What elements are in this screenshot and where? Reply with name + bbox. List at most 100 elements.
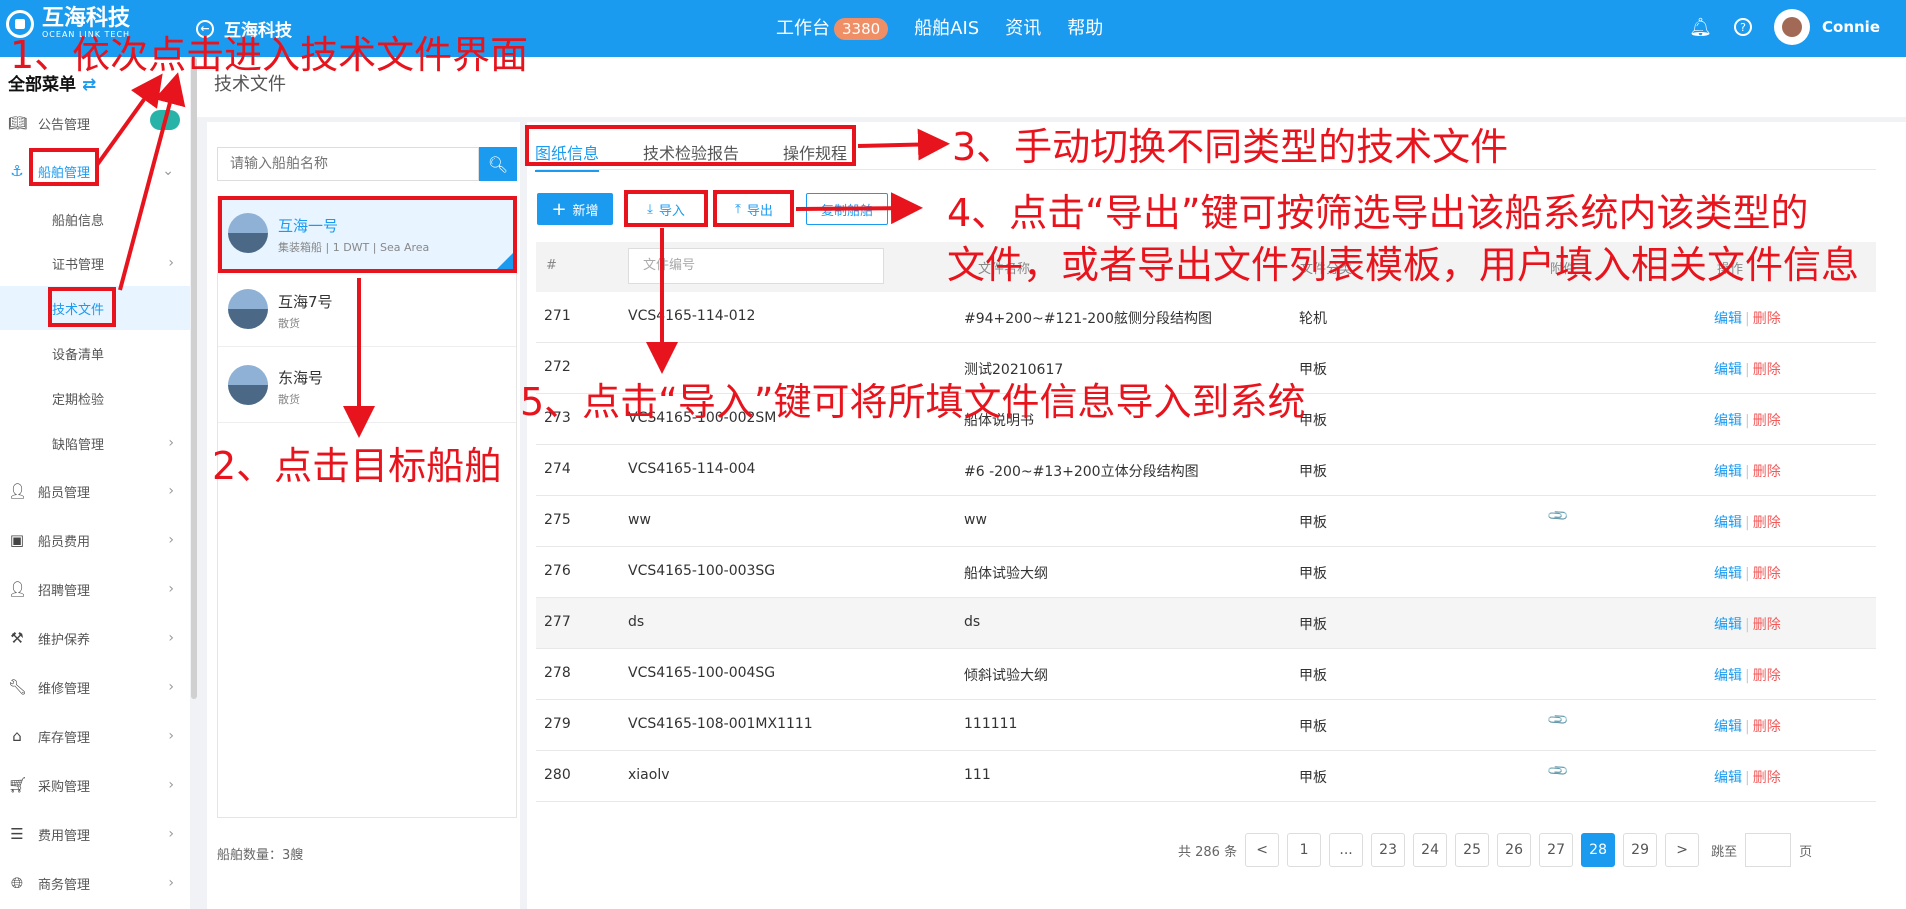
- table-row[interactable]: 274 VCS4165-114-004 #6 -200~#13+200立体分段结构图…: [536, 445, 1876, 496]
- edit-link[interactable]: 编辑: [1714, 770, 1742, 786]
- sidebar-item-label: 采购管理: [38, 779, 91, 795]
- nav-workbench[interactable]: 工作台 3380: [776, 14, 889, 40]
- edit-link[interactable]: 编辑: [1714, 668, 1742, 684]
- page-button[interactable]: 24: [1413, 833, 1448, 867]
- page-button[interactable]: 25: [1455, 833, 1490, 867]
- chevron-right-icon: ›: [168, 826, 174, 842]
- page-button[interactable]: 23: [1371, 833, 1406, 867]
- workbench-badge: 3380: [834, 18, 889, 40]
- edit-link[interactable]: 编辑: [1714, 413, 1742, 429]
- attachment-icon[interactable]: 📎: [1547, 708, 1571, 732]
- sidebar-item-crew[interactable]: 👤︎ 船员管理 ›: [0, 469, 190, 513]
- table-row[interactable]: 279 VCS4165-108-001MX1111 111111 甲板 📎 编辑 | 删除: [536, 700, 1876, 751]
- attachment-icon[interactable]: 📎: [1547, 759, 1571, 783]
- sidebar-item-inspection[interactable]: 定期检验: [0, 376, 190, 420]
- page-button-current[interactable]: 28: [1581, 833, 1616, 867]
- edit-link[interactable]: 编辑: [1714, 617, 1742, 633]
- sidebar-item-certificates[interactable]: 证书管理 ›: [0, 241, 190, 285]
- table-row[interactable]: 276 VCS4165-100-003SG 船体试验大纲 甲板 编辑 | 删除: [536, 547, 1876, 598]
- edit-link[interactable]: 编辑: [1714, 311, 1742, 327]
- sidebar-item-announcements[interactable]: 📖︎ 公告管理: [0, 101, 190, 145]
- nav-workbench-label: 工作台: [776, 18, 830, 39]
- nav-help[interactable]: 帮助: [1067, 14, 1103, 40]
- bell-icon[interactable]: 🔔︎: [1689, 17, 1712, 38]
- row-index: 271: [544, 308, 571, 324]
- ship-avatar: [228, 365, 268, 405]
- row-actions: 编辑 | 删除: [1714, 410, 1781, 430]
- nav-news[interactable]: 资讯: [1005, 14, 1041, 40]
- ship-search-input[interactable]: [217, 147, 479, 181]
- table-row[interactable]: 271 VCS4165-114-012 #94+200~#121-200舷侧分段结构…: [536, 292, 1876, 343]
- delete-link[interactable]: 删除: [1753, 464, 1781, 480]
- chevron-right-icon: ›: [168, 777, 174, 793]
- sidebar-item-expenses[interactable]: ☰ 费用管理 ›: [0, 812, 190, 856]
- sidebar-item-equipment[interactable]: 设备清单: [0, 331, 190, 375]
- sidebar-item-label: 公告管理: [38, 117, 91, 133]
- add-button[interactable]: + 新增: [537, 193, 613, 225]
- sidebar-item-business[interactable]: 🌐︎ 商务管理 ›: [0, 861, 190, 905]
- edit-link[interactable]: 编辑: [1714, 719, 1742, 735]
- page-button[interactable]: 1: [1287, 833, 1322, 867]
- sidebar-item-maintenance[interactable]: ⚒︎ 维护保养 ›: [0, 616, 190, 660]
- highlight-import: [624, 190, 708, 227]
- sidebar-item-crew-cost[interactable]: ▣ 船员费用 ›: [0, 518, 190, 562]
- delete-link[interactable]: 删除: [1753, 668, 1781, 684]
- action-separator: |: [1745, 464, 1750, 480]
- delete-link[interactable]: 删除: [1753, 770, 1781, 786]
- row-category: 轮机: [1299, 311, 1327, 327]
- attachment-icon[interactable]: 📎: [1547, 504, 1571, 528]
- sidebar-item-label: 招聘管理: [38, 583, 91, 599]
- delete-link[interactable]: 删除: [1753, 617, 1781, 633]
- ship-item[interactable]: 互海7号 散货: [218, 273, 516, 347]
- prev-page-button[interactable]: <: [1245, 833, 1280, 867]
- sidebar-item-inventory[interactable]: ⌂ 库存管理 ›: [0, 714, 190, 758]
- ship-item[interactable]: 东海号 散货: [218, 349, 516, 423]
- goto-page-input[interactable]: [1745, 833, 1792, 867]
- page-button[interactable]: 27: [1539, 833, 1574, 867]
- edit-link[interactable]: 编辑: [1714, 464, 1742, 480]
- user-menu[interactable]: Connie: [1774, 9, 1880, 45]
- chevron-right-icon: ›: [168, 630, 174, 646]
- table-row[interactable]: 277 ds ds 甲板 编辑 | 删除: [536, 598, 1876, 649]
- page-button[interactable]: 26: [1497, 833, 1532, 867]
- table-row[interactable]: 280 xiaolv 111 甲板 📎 编辑 | 删除: [536, 751, 1876, 802]
- table-row[interactable]: 278 VCS4165-100-004SG 倾斜试验大纲 甲板 编辑 | 删除: [536, 649, 1876, 700]
- edit-link[interactable]: 编辑: [1714, 362, 1742, 378]
- sidebar-item-defects[interactable]: 缺陷管理 ›: [0, 421, 190, 465]
- delete-link[interactable]: 删除: [1753, 719, 1781, 735]
- page-ellipsis[interactable]: ...: [1329, 833, 1364, 867]
- tab-divider: [536, 169, 1876, 170]
- sidebar-item-purchase[interactable]: 🛒︎ 采购管理 ›: [0, 763, 190, 807]
- edit-link[interactable]: 编辑: [1714, 566, 1742, 582]
- delete-link[interactable]: 删除: [1753, 311, 1781, 327]
- row-file-name: 船体试验大纲: [964, 566, 1048, 582]
- sidebar-item-ship-info[interactable]: 船舶信息: [0, 197, 190, 241]
- search-icon[interactable]: 🔍︎: [479, 147, 517, 181]
- edit-link[interactable]: 编辑: [1714, 515, 1742, 531]
- next-page-button[interactable]: >: [1665, 833, 1700, 867]
- delete-link[interactable]: 删除: [1753, 515, 1781, 531]
- delete-link[interactable]: 删除: [1753, 362, 1781, 378]
- database-icon: ☰: [10, 825, 24, 843]
- copy-ship-button[interactable]: 复制船舶: [806, 193, 888, 225]
- row-index: 272: [544, 359, 571, 375]
- sidebar-item-recruit[interactable]: 👤︎ 招聘管理 ›: [0, 567, 190, 611]
- row-file-code: VCS4165-108-001MX1111: [628, 716, 813, 732]
- table-row[interactable]: 275 ww ww 甲板 📎 编辑 | 删除: [536, 496, 1876, 547]
- delete-link[interactable]: 删除: [1753, 413, 1781, 429]
- sidebar-item-repair[interactable]: 🔧︎ 维修管理 ›: [0, 665, 190, 709]
- action-separator: |: [1745, 668, 1750, 684]
- annotation-step1: 1、依次点击进入技术文件界面: [10, 33, 529, 77]
- sidebar-scrollbar[interactable]: [191, 57, 197, 699]
- hammer-icon: ⚒︎: [10, 629, 24, 647]
- help-icon[interactable]: ?: [1734, 18, 1752, 36]
- delete-link[interactable]: 删除: [1753, 566, 1781, 582]
- page-button[interactable]: 29: [1623, 833, 1658, 867]
- file-no-filter[interactable]: 文件编号: [628, 248, 884, 284]
- action-separator: |: [1745, 770, 1750, 786]
- chevron-right-icon: ›: [168, 435, 174, 451]
- row-file-name: ds: [964, 614, 981, 630]
- sidebar-item-label: 船员管理: [38, 485, 91, 501]
- nav-ship-ais[interactable]: 船舶AIS: [914, 14, 979, 40]
- chevron-right-icon: ›: [168, 483, 174, 499]
